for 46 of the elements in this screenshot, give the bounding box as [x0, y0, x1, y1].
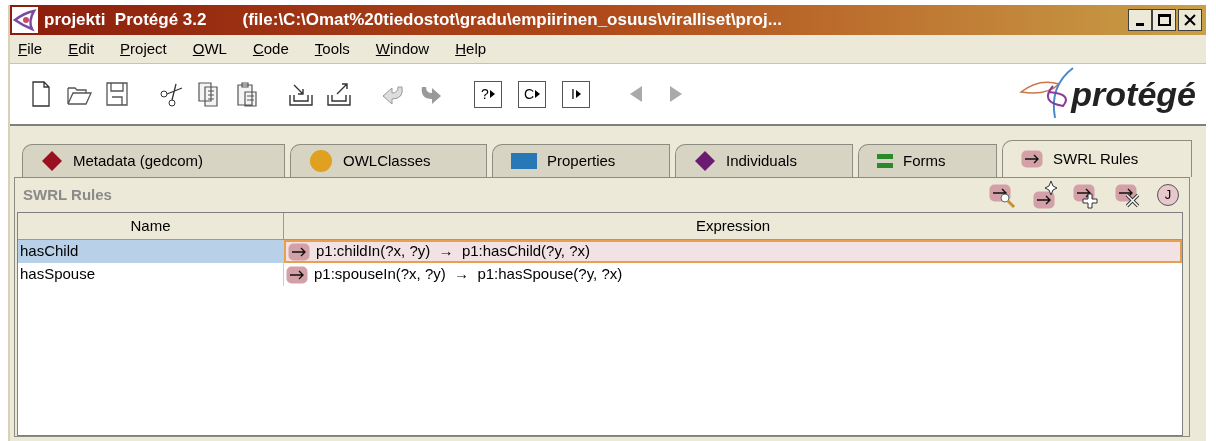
panel-title: SWRL Rules	[23, 184, 112, 205]
minimize-icon	[1136, 23, 1144, 26]
menu-item[interactable]: Project	[120, 37, 167, 61]
minimize-button[interactable]	[1128, 9, 1152, 31]
tab[interactable]: SWRL Rules	[1002, 140, 1192, 177]
tab-label: OWLClasses	[343, 150, 431, 171]
menu-item[interactable]: Window	[375, 37, 430, 61]
close-icon	[1184, 14, 1196, 26]
menu-item[interactable]: Edit	[68, 37, 95, 61]
tab-label: Individuals	[726, 150, 797, 171]
close-button[interactable]	[1178, 9, 1202, 31]
tab-label: Metadata (gedcom)	[73, 150, 204, 171]
column-header[interactable]: Expression	[284, 213, 1182, 239]
app-icon	[12, 7, 38, 33]
maximize-icon	[1157, 14, 1171, 26]
menu-item[interactable]: Help	[455, 37, 487, 61]
tab-label: SWRL Rules	[1053, 148, 1139, 169]
tab[interactable]: Individuals	[675, 144, 853, 177]
table-cell[interactable]: p1:childIn(?x, ?y) → p1:hasChild(?y, ?x)	[284, 240, 1182, 263]
jess-button[interactable]: J	[1157, 184, 1179, 206]
menu-item[interactable]: OWL	[192, 37, 227, 61]
menu-item[interactable]: Tools	[314, 37, 350, 61]
table-cell[interactable]: hasSpouse	[18, 263, 284, 286]
tab-label: Forms	[903, 150, 946, 171]
triangle-icon	[535, 90, 541, 98]
tab[interactable]: OWLClasses	[290, 144, 487, 177]
rule-expression: p1:spouseIn(?x, ?y) → p1:hasSpouse(?y, ?x)	[314, 264, 623, 285]
query-button[interactable]: C	[518, 80, 546, 108]
tab-label: Properties	[547, 150, 616, 171]
logo: protégé	[1019, 66, 1196, 122]
menu-item[interactable]: Code	[252, 37, 289, 61]
query-button[interactable]: I	[562, 80, 590, 108]
rule-expression: p1:childIn(?x, ?y) → p1:hasChild(?y, ?x)	[316, 241, 590, 262]
tab[interactable]: Metadata (gedcom)	[22, 144, 285, 177]
table-cell[interactable]: hasChild	[18, 240, 284, 263]
query-button[interactable]: ?	[474, 80, 502, 108]
new-rule-button[interactable]	[1033, 180, 1059, 210]
window-title: projekti Protégé 3.2	[44, 9, 207, 32]
menu-item[interactable]: File	[18, 37, 43, 61]
tab[interactable]: Properties	[492, 144, 670, 177]
tab[interactable]: Forms	[858, 144, 997, 177]
column-header[interactable]: Name	[18, 213, 284, 239]
window-path: (file:\C:\Omat%20tiedostot\gradu\empiirinen_osuus\viralliset\proj...	[242, 9, 782, 32]
maximize-button[interactable]	[1152, 9, 1176, 31]
triangle-icon	[489, 90, 495, 98]
triangle-icon	[575, 90, 581, 98]
